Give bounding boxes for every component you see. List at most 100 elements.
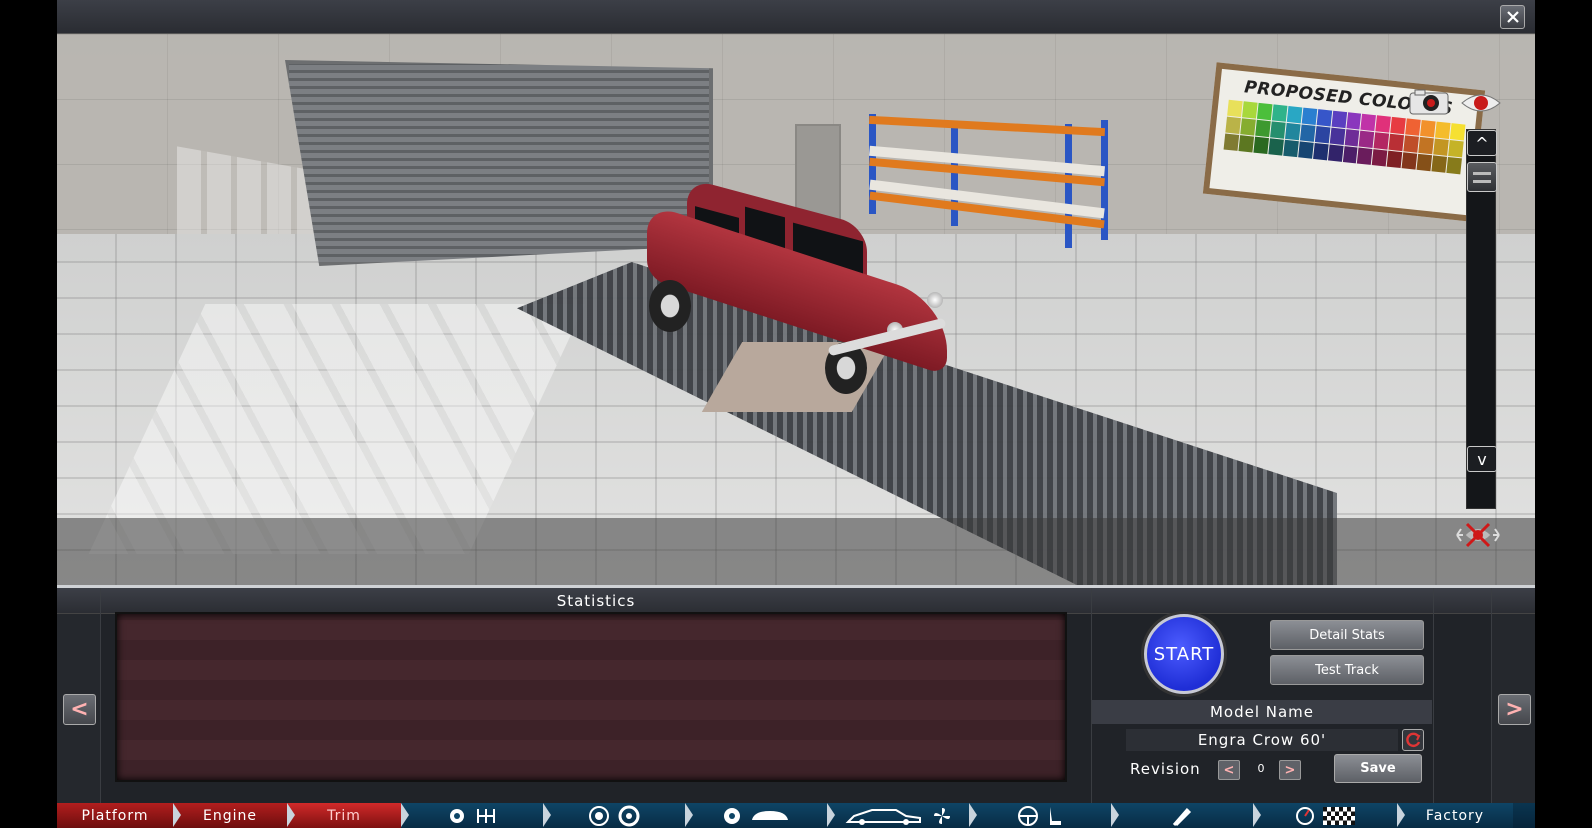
colour-swatch (1401, 152, 1418, 170)
refresh-icon (1406, 732, 1421, 748)
colour-swatch (1316, 109, 1332, 127)
scroll-down-button[interactable]: v (1467, 446, 1497, 472)
previous-button[interactable]: < (63, 694, 96, 725)
colour-swatch (1241, 101, 1258, 119)
colour-swatch (1403, 135, 1420, 153)
proposed-colours-board: PROPOSED COLOURS (1202, 62, 1486, 222)
colour-swatch (1375, 115, 1392, 133)
colour-swatch (1329, 127, 1345, 145)
revision-label: Revision (1130, 760, 1201, 778)
test-track-button[interactable]: Test Track (1270, 655, 1424, 685)
gearbox-icon (477, 808, 495, 823)
garage-3d-viewport[interactable]: PROPOSED COLOURS ^ v (57, 34, 1535, 585)
colour-swatch (1240, 118, 1256, 136)
stage-navbar: Platform Engine Trim Factory (57, 803, 1535, 828)
colour-swatch (1327, 144, 1344, 162)
colour-swatch (1284, 122, 1301, 141)
refresh-name-button[interactable] (1402, 729, 1424, 751)
colour-swatch (1448, 140, 1464, 158)
tab-interior[interactable] (969, 803, 1119, 828)
tab-design[interactable] (827, 803, 977, 828)
colour-swatch (1360, 113, 1377, 132)
tab-trim[interactable]: Trim (287, 803, 409, 828)
colour-swatch (1373, 132, 1390, 150)
colour-swatch (1431, 155, 1448, 173)
model-name-field[interactable]: Engra Crow 60' (1126, 729, 1398, 751)
colour-swatch (1301, 107, 1317, 125)
tab-drivetrain[interactable] (401, 803, 551, 828)
model-name-header: Model Name (1092, 700, 1432, 724)
colour-swatch (1297, 141, 1314, 159)
colour-swatch (1238, 135, 1254, 153)
next-button[interactable]: > (1498, 694, 1531, 725)
colour-swatch (1256, 102, 1273, 121)
colour-swatch (1331, 110, 1347, 129)
colour-swatch (1269, 121, 1286, 139)
gauge-icon (1296, 806, 1314, 825)
tab-factory[interactable]: Factory (1397, 803, 1513, 828)
colour-swatch (1449, 123, 1466, 141)
right-nav-column: > (1491, 588, 1535, 806)
app-frame: PROPOSED COLOURS ^ v < Statistics START … (57, 0, 1535, 828)
colour-swatch (1225, 116, 1241, 135)
colour-swatch (1286, 105, 1303, 124)
tools-icon (1172, 807, 1192, 826)
bottom-panel: < Statistics START Detail Stats Test Tra… (57, 585, 1535, 806)
eye-icon[interactable] (1460, 91, 1502, 115)
colour-swatch (1345, 112, 1362, 130)
colour-swatch (1271, 104, 1288, 122)
colour-swatch (1416, 153, 1433, 172)
colour-swatch (1359, 130, 1375, 149)
hide-ui-icon[interactable] (1455, 520, 1501, 550)
colour-swatch (1390, 116, 1407, 135)
car-model[interactable] (637, 177, 957, 394)
revision-value: 0 (1257, 762, 1265, 775)
checkered-flag-icon (1323, 806, 1355, 825)
revision-prev-button[interactable]: < (1218, 760, 1240, 780)
wheel-icon (589, 805, 609, 826)
scroll-thumb[interactable] (1467, 162, 1497, 192)
colour-swatch (1386, 150, 1403, 169)
gear-wheel-icon (450, 808, 464, 823)
colour-swatch (1372, 149, 1388, 167)
close-button[interactable] (1500, 5, 1525, 29)
left-nav-column: < (57, 588, 101, 806)
statistics-list (115, 612, 1067, 782)
scroll-up-button[interactable]: ^ (1467, 130, 1497, 156)
colour-swatch (1435, 121, 1451, 139)
colour-swatch (1420, 120, 1436, 138)
body-panel-icon (752, 810, 788, 820)
colour-swatch (1314, 126, 1331, 144)
colour-swatch (1299, 124, 1316, 142)
fan-icon (934, 807, 950, 824)
steering-wheel-icon (1018, 805, 1038, 826)
colour-swatch (1312, 142, 1329, 161)
colour-swatch (1446, 156, 1462, 175)
tab-body[interactable] (685, 803, 835, 828)
save-button[interactable]: Save (1334, 754, 1422, 783)
statistics-header: Statistics (101, 588, 1091, 614)
revision-next-button[interactable]: > (1279, 760, 1301, 780)
tab-wheels[interactable] (543, 803, 693, 828)
colour-swatch (1253, 136, 1269, 155)
colour-swatch (1357, 147, 1373, 165)
colour-swatch (1227, 99, 1243, 118)
tire-icon (618, 805, 640, 826)
start-button[interactable]: START (1144, 614, 1224, 694)
tab-suspension[interactable] (1111, 803, 1261, 828)
colour-swatch (1433, 138, 1449, 156)
tab-engine[interactable]: Engine (173, 803, 295, 828)
close-icon (1506, 11, 1519, 23)
colour-swatch (1342, 146, 1358, 164)
colour-swatch (1344, 129, 1360, 147)
detail-stats-button[interactable]: Detail Stats (1270, 620, 1424, 650)
brake-disc-icon (724, 807, 740, 824)
control-panel: START Detail Stats Test Track Model Name… (1091, 588, 1433, 806)
colour-swatch (1282, 139, 1299, 158)
camera-icon[interactable] (1409, 89, 1449, 115)
colour-swatch (1388, 133, 1405, 152)
tab-testing[interactable] (1253, 803, 1405, 828)
car-body-icon (845, 808, 921, 825)
title-bar (57, 0, 1535, 34)
tab-platform[interactable]: Platform (57, 803, 181, 828)
